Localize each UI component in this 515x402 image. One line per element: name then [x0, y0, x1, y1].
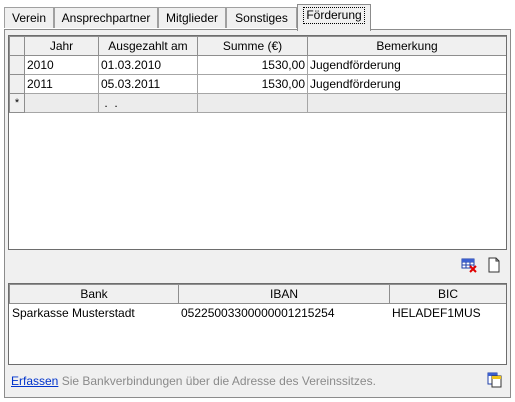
tab-sonstiges[interactable]: Sonstiges: [226, 7, 297, 28]
cell-jahr[interactable]: 2011: [24, 74, 99, 94]
tab-verein[interactable]: Verein: [4, 7, 54, 28]
copy-icon[interactable]: [487, 372, 503, 388]
cell-ausgezahlt-am[interactable]: 05.03.2011: [98, 74, 198, 94]
new-record-row[interactable]: * . .: [9, 93, 506, 113]
tab-foerderung[interactable]: Förderung: [297, 4, 371, 31]
row-selector[interactable]: [9, 74, 25, 94]
cell-jahr[interactable]: [24, 93, 99, 113]
table-row[interactable]: 2010 01.03.2010 1530,00 Jugendförderung: [9, 55, 506, 75]
column-header-ausgezahlt-am[interactable]: Ausgezahlt am: [98, 36, 198, 56]
tab-label: Mitglieder: [165, 11, 219, 25]
cell-bemerkung[interactable]: Jugendförderung: [307, 55, 506, 75]
footer-hint: Erfassen Sie Bankverbindungen über die A…: [11, 374, 376, 388]
column-header-iban[interactable]: IBAN: [178, 284, 390, 304]
column-header-bank[interactable]: Bank: [9, 284, 179, 304]
bank-header-row: Bank IBAN BIC: [9, 284, 506, 304]
tab-label: Förderung: [303, 7, 365, 24]
new-row-marker[interactable]: *: [9, 93, 25, 113]
bank-grid[interactable]: Bank IBAN BIC Sparkasse Musterstadt 0522…: [8, 283, 507, 365]
footer-hint-text: Sie Bankverbindungen über die Adresse de…: [61, 374, 376, 388]
cell-ausgezahlt-am[interactable]: . .: [98, 93, 198, 113]
cell-summe[interactable]: [197, 93, 308, 113]
cell-summe[interactable]: 1530,00: [197, 55, 308, 75]
grid-delete-icon[interactable]: [461, 257, 477, 273]
column-header-bic[interactable]: BIC: [389, 284, 506, 304]
cell-jahr[interactable]: 2010: [24, 55, 99, 75]
column-header-jahr[interactable]: Jahr: [24, 36, 99, 56]
column-header-bemerkung[interactable]: Bemerkung: [307, 36, 506, 56]
cell-ausgezahlt-am[interactable]: 01.03.2010: [98, 55, 198, 75]
tab-label: Verein: [11, 11, 47, 25]
tab-label: Sonstiges: [235, 11, 288, 25]
cell-bank[interactable]: Sparkasse Musterstadt: [10, 304, 179, 323]
tab-bar: Verein Ansprechpartner Mitglieder Sonsti…: [4, 4, 511, 31]
cell-summe[interactable]: 1530,00: [197, 74, 308, 94]
cell-bemerkung[interactable]: [307, 93, 506, 113]
row-selector-header: [9, 36, 25, 56]
tab-label: Ansprechpartner: [61, 11, 151, 25]
table-row[interactable]: 2011 05.03.2011 1530,00 Jugendförderung: [9, 74, 506, 94]
tab-ansprechpartner[interactable]: Ansprechpartner: [54, 7, 158, 28]
erfassen-link[interactable]: Erfassen: [11, 374, 58, 388]
cell-bemerkung[interactable]: Jugendförderung: [307, 74, 506, 94]
new-document-icon[interactable]: [486, 257, 502, 273]
tab-mitglieder[interactable]: Mitglieder: [158, 7, 226, 28]
funding-grid[interactable]: Jahr Ausgezahlt am Summe (€) Bemerkung 2…: [8, 35, 507, 250]
funding-header-row: Jahr Ausgezahlt am Summe (€) Bemerkung: [9, 36, 506, 56]
row-selector[interactable]: [9, 55, 25, 75]
cell-bic[interactable]: HELADEF1MUS: [390, 304, 507, 323]
table-row[interactable]: Sparkasse Musterstadt 052250033000000012…: [10, 304, 507, 323]
cell-iban[interactable]: 05225003300000001215254: [179, 304, 390, 323]
column-header-summe[interactable]: Summe (€): [197, 36, 308, 56]
tab-panel-foerderung: Jahr Ausgezahlt am Summe (€) Bemerkung 2…: [4, 29, 511, 398]
